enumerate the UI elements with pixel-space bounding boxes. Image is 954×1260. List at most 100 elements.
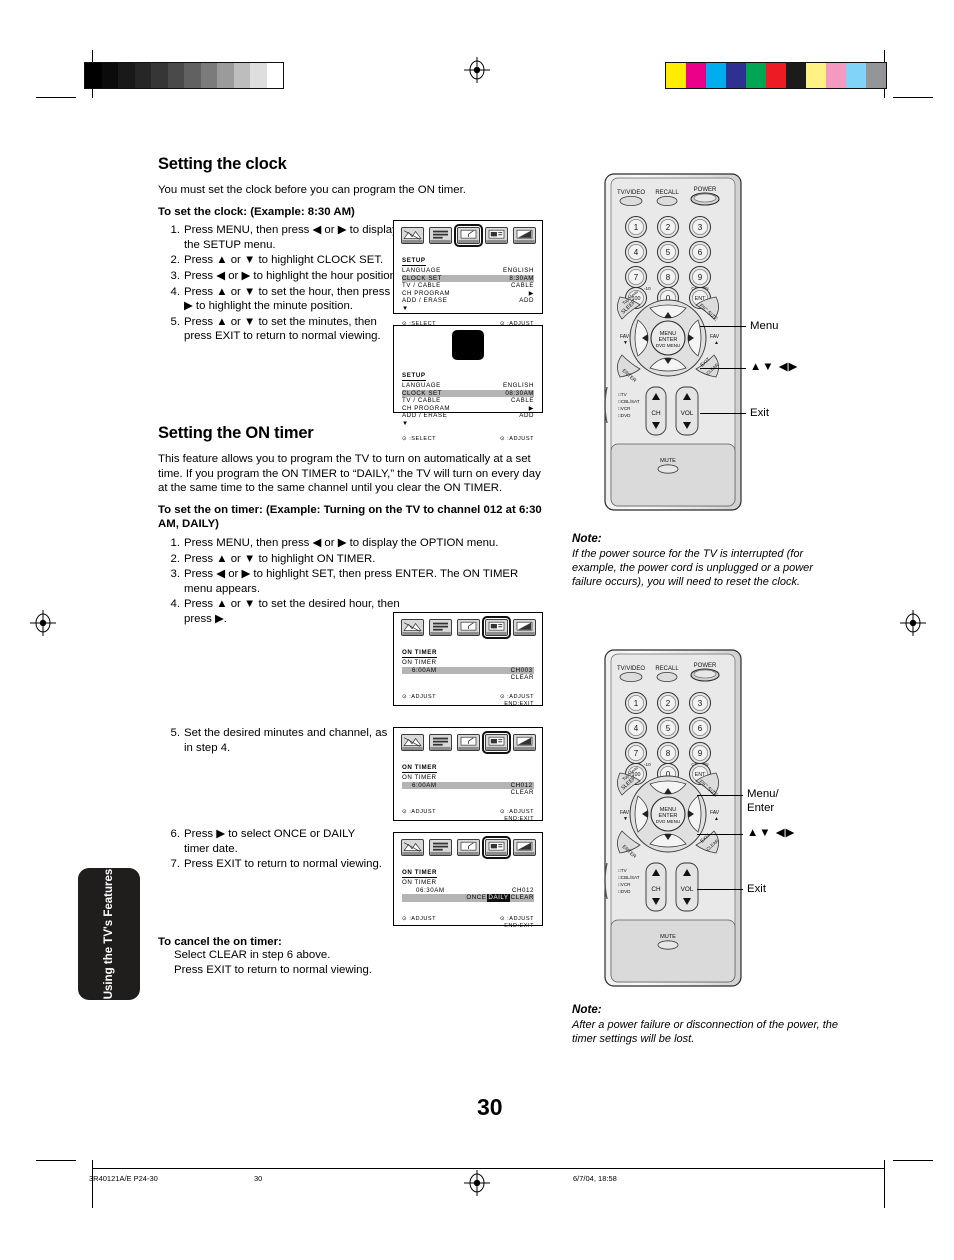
callout-label-exit-bottom: Exit <box>747 883 766 895</box>
osd-footer: ⊙ :ADJUST ⊙ :ADJUST END:EXIT <box>402 694 534 708</box>
contrast-menu-icon[interactable] <box>512 734 536 751</box>
list-item: Press ▲ or ▼ to set the hour, then press… <box>166 285 391 313</box>
option-menu-icon[interactable] <box>481 615 511 640</box>
osd-menu-row[interactable]: TV / CABLE CABLE <box>402 397 534 405</box>
svg-text:8: 8 <box>666 273 671 282</box>
svg-text:▲: ▲ <box>714 816 719 822</box>
svg-text:□VCR: □VCR <box>618 406 631 411</box>
osd-timer-time: 6:00AM <box>412 666 437 674</box>
list-item: Press ▲ or ▼ to set the desired hour, th… <box>166 597 400 625</box>
gray-wedge-swatch <box>118 63 135 88</box>
svg-text:8: 8 <box>666 749 671 758</box>
svg-text:6: 6 <box>698 724 703 733</box>
picture-menu-icon[interactable] <box>400 839 424 856</box>
osd-timer-option[interactable]: DAILY <box>487 894 510 902</box>
svg-text:3: 3 <box>698 699 703 708</box>
picture-menu-icon[interactable] <box>400 619 424 636</box>
callout-label-menu: Menu <box>750 320 779 332</box>
color-bar-swatch <box>686 63 706 88</box>
osd-menu-body: ON TIMER ON TIMER 06:30AM CH012 ONCE DAILY CLE… <box>394 859 542 934</box>
option-menu-icon[interactable] <box>481 730 511 755</box>
osd-footer-right-line1: ⊙ :ADJUST <box>499 915 534 922</box>
option-menu-icon[interactable] <box>481 835 511 860</box>
gray-wedge-swatch <box>233 63 250 88</box>
osd-timer-time: 6:00AM <box>412 781 437 789</box>
osd-menu-row-label: ADD / ERASE <box>402 412 448 420</box>
osd-menu-row[interactable]: ADD / ERASE ADD <box>402 412 534 420</box>
svg-text:CH: CH <box>651 886 661 893</box>
picture-menu-icon[interactable] <box>400 227 424 244</box>
contrast-menu-icon[interactable] <box>512 619 536 636</box>
option-menu-icon[interactable] <box>484 227 508 244</box>
audio-menu-icon[interactable] <box>428 227 452 244</box>
contrast-menu-icon[interactable] <box>512 227 536 244</box>
gray-wedge-swatch <box>134 63 151 88</box>
list-item: Press MENU, then press ◀ or ▶ to display… <box>166 223 398 251</box>
on-timer-text-block: Setting the ON timer This feature allows… <box>158 424 546 628</box>
svg-text:□CBL/SAT: □CBL/SAT <box>618 875 640 880</box>
osd-menu-row[interactable]: CH PROGRAM ▶ <box>402 290 534 298</box>
registration-mark-bottom <box>464 1170 490 1196</box>
osd-timer-right: CH012 CLEAR <box>511 782 534 797</box>
osd-timer-clear[interactable]: CLEAR <box>511 674 534 682</box>
osd-menu-row[interactable]: ▼ <box>402 420 534 428</box>
setup-menu-icon[interactable] <box>456 839 480 856</box>
on-timer-step-5-block: Set the desired minutes and channel, as … <box>158 726 390 756</box>
callout-label-menu-enter-line2: Enter <box>747 802 775 814</box>
osd-timer-clear[interactable]: CLEAR <box>511 789 534 797</box>
osd-footer-right-line2: END:EXIT <box>504 922 534 929</box>
osd-menu-title: ON TIMER <box>402 869 438 878</box>
setup-menu-icon[interactable] <box>453 223 483 248</box>
setup-menu-icon[interactable] <box>456 619 480 636</box>
osd-obscured-icon-block <box>452 330 484 360</box>
footer-page: 30 <box>254 1174 263 1183</box>
osd-menu-row-value: ENGLISH <box>502 382 534 389</box>
osd-timer-value-row[interactable]: 6:00AM CH003 CLEAR <box>402 667 534 682</box>
osd-menu-body: SETUP LANGUAGE ENGLISH CLOCK SET 08:30AM TV /… <box>394 362 542 447</box>
list-item: Press ▲ or ▼ to set the minutes, then pr… <box>166 315 381 343</box>
osd-menu-row[interactable]: CLOCK SET 8:30AM <box>402 274 534 283</box>
osd-footer-right: ⊙ :ADJUST END:EXIT <box>500 809 534 823</box>
note-title: Note: <box>572 1003 602 1016</box>
osd-timer-value-row[interactable]: 06:30AM CH012 <box>402 887 534 895</box>
svg-text:3: 3 <box>698 223 703 232</box>
osd-timer-option[interactable]: CLEAR <box>511 894 534 902</box>
setup-menu-icon[interactable] <box>456 734 480 751</box>
color-bar-swatch <box>766 63 786 88</box>
picture-menu-icon[interactable] <box>400 734 424 751</box>
clock-step-list: Press MENU, then press ◀ or ▶ to display… <box>158 223 402 344</box>
osd-timer-options-row[interactable]: ONCE DAILY CLEAR <box>402 894 534 902</box>
svg-text:POWER: POWER <box>694 187 717 193</box>
note-clock-power-interrupted: Note: If the power source for the TV is … <box>572 532 834 589</box>
audio-menu-icon[interactable] <box>428 734 452 751</box>
osd-footer-right-line2: END:EXIT <box>504 700 534 707</box>
svg-text:4: 4 <box>634 724 639 733</box>
list-item: Press MENU, then press ◀ or ▶ to display… <box>166 536 499 550</box>
osd-timer-option[interactable]: ONCE <box>466 894 486 902</box>
osd-menu-row[interactable]: ADD / ERASE ADD <box>402 297 534 305</box>
osd-menu-row[interactable]: LANGUAGE ENGLISH <box>402 267 534 275</box>
audio-menu-icon[interactable] <box>428 839 452 856</box>
osd-menu-row[interactable]: CLOCK SET 08:30AM <box>402 389 534 398</box>
svg-text:□DVD: □DVD <box>618 413 631 418</box>
osd-menu-row[interactable]: TV / CABLE CABLE <box>402 282 534 290</box>
osd-menu-row[interactable]: LANGUAGE ENGLISH <box>402 382 534 390</box>
callout-label-menu-enter-line1: Menu/ <box>747 788 779 800</box>
osd-menu-row[interactable]: ▼ <box>402 305 534 313</box>
osd-menu-row-value: 8:30AM <box>509 274 534 282</box>
cancel-on-timer-block: To cancel the on timer: Select CLEAR in … <box>158 936 458 977</box>
callout-label-exit: Exit <box>750 407 769 419</box>
osd-footer-right: ⊙ :ADJUST END:EXIT <box>500 916 534 930</box>
list-item: Press EXIT to return to normal viewing. <box>166 857 382 871</box>
osd-timer-value-row[interactable]: 6:00AM CH012 CLEAR <box>402 782 534 797</box>
gray-wedge-swatch <box>167 63 184 88</box>
audio-menu-icon[interactable] <box>428 619 452 636</box>
svg-text:□CBL/SAT: □CBL/SAT <box>618 399 640 404</box>
osd-menu-row-label: ADD / ERASE <box>402 297 448 305</box>
osd-menu-row[interactable]: CH PROGRAM ▶ <box>402 405 534 413</box>
gray-wedge-swatch <box>200 63 217 88</box>
contrast-menu-icon[interactable] <box>512 839 536 856</box>
footer-doc-id: 3R40121A/E P24-30 <box>89 1174 158 1183</box>
color-bar-swatch <box>826 63 846 88</box>
callout-leader-dpad-bottom <box>697 834 743 835</box>
